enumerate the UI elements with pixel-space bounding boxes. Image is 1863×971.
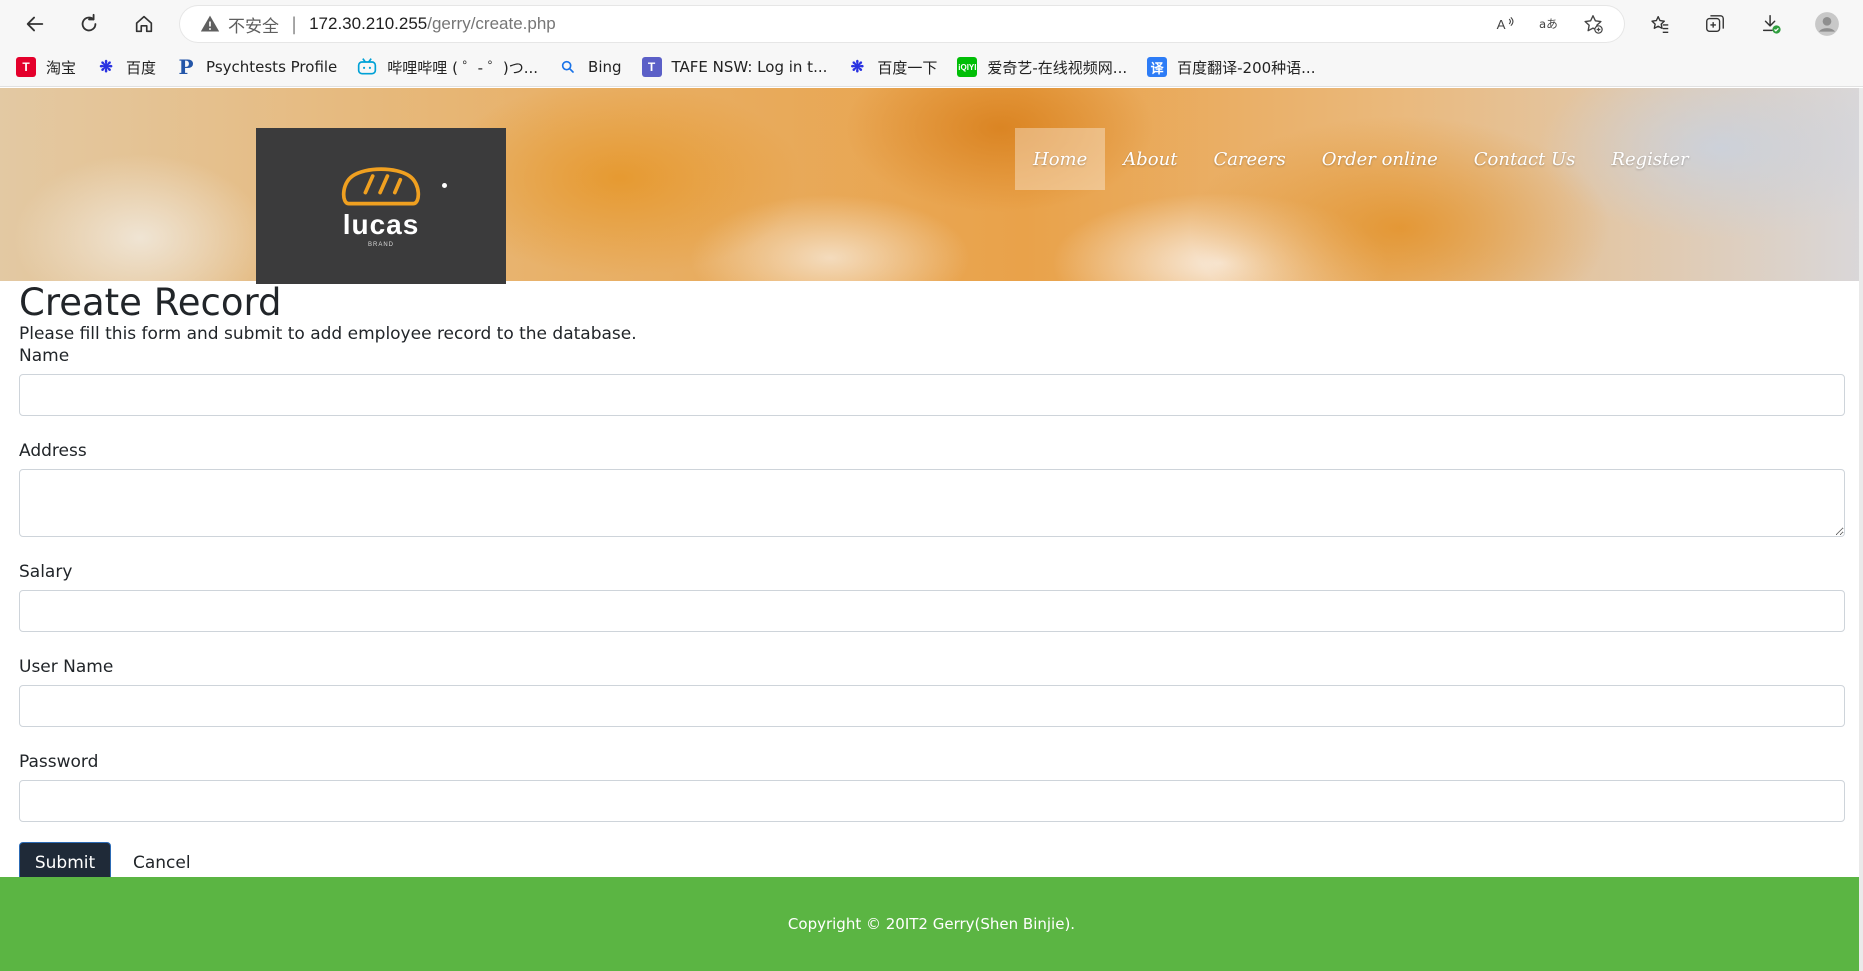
taobao-icon: T	[16, 57, 36, 77]
bookmark-bilibili[interactable]: 哔哩哔哩 ( ゜- ゜)つ...	[357, 52, 538, 82]
password-label: Password	[19, 752, 99, 772]
baidu-paw-icon: ❋	[99, 59, 113, 76]
password-group: Password	[19, 751, 1845, 822]
bookmark-label: 百度一下	[877, 58, 938, 77]
bookmark-tafe[interactable]: T TAFE NSW: Log in t...	[641, 52, 828, 82]
salary-group: Salary	[19, 561, 1845, 632]
copyright-text: Copyright © 20IT2 Gerry(Shen Binjie).	[787, 915, 1076, 933]
bookmark-label: Bing	[588, 58, 622, 76]
bing-search-icon	[558, 57, 578, 77]
svg-text:aあ: aあ	[1539, 17, 1558, 31]
bookmark-label: 哔哩哔哩 ( ゜- ゜)つ...	[387, 58, 539, 77]
cancel-link[interactable]: Cancel	[133, 853, 191, 873]
page-scrollbar[interactable]	[1859, 88, 1863, 971]
refresh-icon[interactable]	[72, 8, 106, 40]
translate-icon[interactable]: aあ	[1536, 12, 1562, 36]
iqiyi-icon: iQIYI	[957, 57, 978, 77]
address-separator: |	[291, 13, 298, 35]
bread-icon	[341, 166, 421, 205]
create-record-form: Create Record Please fill this form and …	[19, 281, 1845, 884]
bookmark-taobao[interactable]: T 淘宝	[16, 52, 76, 82]
username-group: User Name	[19, 656, 1845, 727]
salary-input[interactable]	[19, 590, 1845, 632]
name-input[interactable]	[19, 374, 1845, 416]
username-input[interactable]	[19, 685, 1845, 727]
bilibili-tv-icon	[357, 57, 377, 77]
url-host: 172.30.210.255	[309, 14, 428, 33]
bookmark-baidu[interactable]: ❋ 百度	[96, 52, 156, 82]
tafe-teams-icon: T	[641, 57, 662, 77]
address-textarea[interactable]	[19, 469, 1845, 537]
site-logo[interactable]: lucas BRAND	[256, 128, 506, 284]
main-nav: Home About Careers Order online Contact …	[1015, 128, 1707, 190]
logo-subtext: BRAND	[367, 241, 394, 248]
form-description: Please fill this form and submit to add …	[19, 324, 637, 344]
bookmark-baidu-translate[interactable]: 译 百度翻译-200种语...	[1147, 52, 1315, 82]
logo-dot	[442, 183, 447, 188]
psychtests-icon: P	[178, 55, 194, 79]
favorites-icon[interactable]	[1645, 10, 1675, 38]
address-group: Address	[19, 440, 1845, 537]
bookmark-label: 百度翻译-200种语...	[1177, 58, 1316, 77]
profile-avatar-icon[interactable]	[1812, 10, 1842, 38]
url-path: /gerry/create.php	[427, 14, 556, 33]
bookmark-label: TAFE NSW: Log in t...	[671, 58, 828, 76]
password-input[interactable]	[19, 780, 1845, 822]
insecure-label: 不安全	[228, 16, 279, 37]
bookmark-baidu-search[interactable]: ❋ 百度一下	[847, 52, 938, 82]
name-group: Name	[19, 345, 1845, 416]
nav-register[interactable]: Register	[1593, 128, 1706, 190]
bookmark-label: 爱奇艺-在线视频网...	[987, 58, 1128, 77]
bookmark-label: 百度	[126, 58, 157, 77]
favorite-add-icon[interactable]	[1580, 12, 1606, 36]
name-label: Name	[19, 346, 70, 366]
baidu-paw-icon: ❋	[850, 59, 865, 76]
bookmarks-bar: T 淘宝 ❋ 百度 P Psychtests Profile 哔哩哔哩 ( ゜-…	[0, 48, 1863, 87]
nav-careers[interactable]: Careers	[1195, 128, 1303, 190]
nav-order-online[interactable]: Order online	[1304, 128, 1456, 190]
warning-icon[interactable]	[200, 14, 220, 34]
collections-icon[interactable]	[1700, 10, 1730, 38]
back-icon[interactable]	[18, 8, 52, 40]
nav-about[interactable]: About	[1105, 128, 1195, 190]
page-title: Create Record	[19, 281, 282, 324]
bookmark-bing[interactable]: Bing	[558, 52, 622, 82]
read-aloud-icon[interactable]: A	[1492, 12, 1518, 36]
bookmark-label: 淘宝	[46, 58, 77, 77]
downloads-icon[interactable]	[1756, 10, 1786, 38]
username-label: User Name	[19, 657, 114, 677]
svg-text:A: A	[1497, 17, 1506, 32]
bookmark-label: Psychtests Profile	[206, 58, 338, 76]
bookmark-iqiyi[interactable]: iQIYI 爱奇艺-在线视频网...	[957, 52, 1127, 82]
bookmark-psychtests[interactable]: P Psychtests Profile	[176, 52, 338, 82]
salary-label: Salary	[19, 562, 73, 582]
page-viewport: lucas BRAND Home About Careers Order onl…	[0, 88, 1863, 971]
logo-wordmark: lucas	[342, 208, 420, 240]
browser-toolbar: 不安全 | 172.30.210.255/gerry/create.php A …	[0, 0, 1863, 48]
address-bar[interactable]: 不安全 | 172.30.210.255/gerry/create.php A …	[180, 6, 1624, 42]
translate-icon: 译	[1147, 57, 1168, 77]
home-icon[interactable]	[127, 8, 161, 40]
site-footer: Copyright © 20IT2 Gerry(Shen Binjie).	[0, 877, 1863, 971]
address-label: Address	[19, 441, 87, 461]
nav-contact-us[interactable]: Contact Us	[1456, 128, 1594, 190]
nav-home[interactable]: Home	[1015, 128, 1106, 190]
